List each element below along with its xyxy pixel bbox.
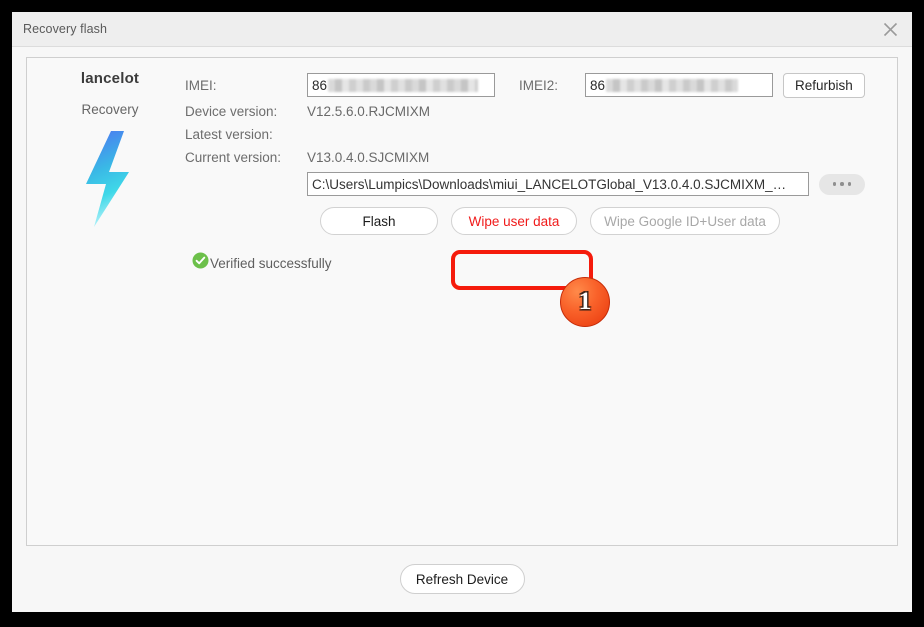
- browse-button[interactable]: [819, 173, 865, 195]
- latest-version-row: Latest version:: [185, 123, 885, 146]
- refresh-device-button[interactable]: Refresh Device: [399, 564, 525, 594]
- refurbish-button[interactable]: Refurbish: [783, 72, 865, 98]
- ellipsis-icon-dot: [832, 182, 837, 186]
- imei2-label: IMEI2:: [519, 77, 559, 93]
- window-body: lancelot Recovery IMEI: 86 IMEI2: 86 Ref…: [12, 47, 912, 612]
- device-name: lancelot: [80, 70, 140, 87]
- device-version-row: Device version: V12.5.6.0.RJCMIXM: [185, 100, 885, 123]
- imei-input[interactable]: 86: [307, 73, 495, 97]
- close-icon: [883, 22, 898, 37]
- close-button[interactable]: [868, 12, 912, 46]
- check-circle-icon: [192, 252, 209, 274]
- status-row: Verified successfully: [192, 252, 885, 274]
- current-version-value: V13.0.4.0.SJCMIXM: [307, 150, 430, 165]
- ellipsis-icon-dot: [840, 182, 844, 186]
- imei2-redaction: [606, 78, 739, 92]
- current-version-row: Current version: V13.0.4.0.SJCMIXM: [185, 146, 885, 169]
- wipe-google-id-user-data-button: Wipe Google ID+User data: [590, 207, 780, 235]
- device-panel: lancelot Recovery: [45, 70, 175, 229]
- action-buttons: Flash Wipe user data Wipe Google ID+User…: [185, 207, 885, 235]
- annotation-step-badge: 1: [560, 277, 610, 327]
- device-version-value: V12.5.6.0.RJCMIXM: [307, 104, 431, 119]
- imei2-input[interactable]: 86: [585, 73, 773, 97]
- device-info: IMEI: 86 IMEI2: 86 Refurbish Device vers…: [185, 70, 885, 274]
- current-version-label: Current version:: [185, 150, 282, 165]
- firmware-path-row: C:\Users\Lumpics\Downloads\miui_LANCELOT…: [185, 169, 885, 199]
- firmware-path-input[interactable]: C:\Users\Lumpics\Downloads\miui_LANCELOT…: [307, 172, 809, 196]
- window-titlebar: Recovery flash: [12, 12, 912, 47]
- imei-label: IMEI:: [185, 77, 217, 93]
- window-title: Recovery flash: [23, 22, 108, 36]
- imei-value: 86: [312, 77, 328, 93]
- status-text: Verified successfully: [210, 255, 332, 271]
- recovery-flash-window: Recovery flash lancelot Recovery IMEI: 8…: [12, 12, 912, 612]
- device-version-label: Device version:: [185, 104, 278, 119]
- content-panel: lancelot Recovery IMEI: 86 IMEI2: 86 Ref…: [26, 57, 898, 546]
- wipe-user-data-button[interactable]: Wipe user data: [451, 207, 577, 235]
- imei-row: IMEI: 86 IMEI2: 86 Refurbish: [185, 70, 885, 100]
- imei-redaction: [328, 78, 479, 92]
- lightning-bolt-icon: [45, 129, 175, 229]
- window-footer: Refresh Device: [12, 546, 912, 612]
- screen-border: Recovery flash lancelot Recovery IMEI: 8…: [0, 0, 924, 627]
- flash-button[interactable]: Flash: [320, 207, 438, 235]
- actions-spacer: [185, 221, 307, 222]
- imei2-value: 86: [590, 77, 606, 93]
- latest-version-label: Latest version:: [185, 127, 273, 142]
- ellipsis-icon-dot: [847, 182, 852, 186]
- device-mode: Recovery: [81, 102, 139, 117]
